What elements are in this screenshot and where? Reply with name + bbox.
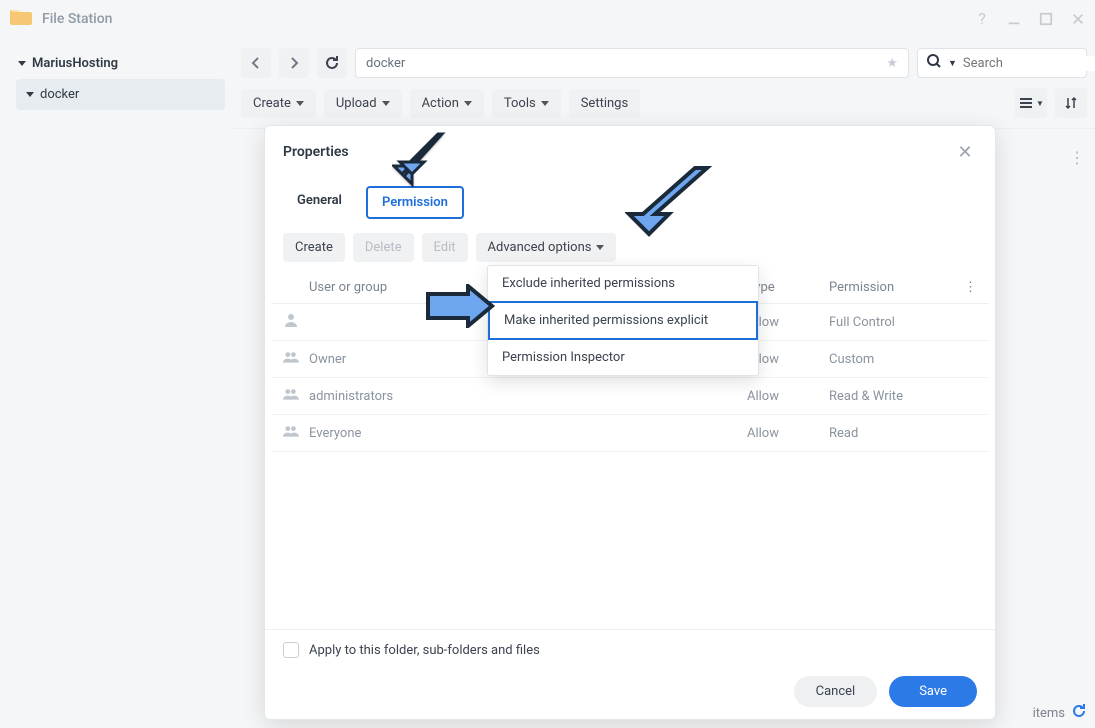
tree-root-label: MariusHosting — [32, 56, 118, 71]
save-button[interactable]: Save — [889, 676, 977, 707]
group-icon — [283, 386, 309, 406]
advanced-options-menu: Exclude inherited permissions Make inher… — [487, 265, 759, 376]
person-icon — [283, 312, 309, 332]
search-icon — [926, 53, 942, 73]
permission-row[interactable]: administratorsAllowRead & Write — [271, 378, 989, 415]
path-value: docker — [366, 56, 405, 71]
close-icon[interactable] — [1071, 12, 1085, 26]
apply-checkbox[interactable] — [283, 642, 299, 658]
back-button[interactable] — [241, 48, 271, 78]
tree-item-label: docker — [40, 87, 79, 102]
permission-row[interactable]: EveryoneAllowRead — [271, 415, 989, 452]
upload-button[interactable]: Upload — [324, 89, 402, 118]
tab-permission[interactable]: Permission — [366, 186, 464, 219]
perm-create-button[interactable]: Create — [283, 233, 345, 262]
col-type: Type — [747, 280, 829, 295]
refresh-icon[interactable] — [1071, 703, 1087, 723]
path-input[interactable]: docker ★ — [355, 48, 909, 78]
perm-edit-button: Edit — [422, 233, 468, 262]
settings-button[interactable]: Settings — [569, 89, 640, 118]
row-type: Allow — [747, 389, 829, 404]
overflow-menu[interactable]: ⋮ — [1069, 148, 1085, 167]
window-title: File Station — [42, 11, 112, 27]
list-view-button[interactable]: ▼ — [1015, 88, 1047, 118]
maximize-icon[interactable] — [1039, 12, 1053, 26]
items-label: items — [1033, 706, 1065, 721]
group-icon — [283, 349, 309, 369]
row-permission: Custom — [829, 352, 959, 367]
chevron-down-icon — [26, 92, 34, 97]
tree-root[interactable]: MariusHosting — [8, 48, 225, 79]
tree-item-docker[interactable]: docker — [16, 79, 225, 110]
row-user: administrators — [309, 389, 747, 404]
star-icon[interactable]: ★ — [886, 56, 898, 71]
action-button[interactable]: Action — [410, 89, 484, 118]
dialog-title: Properties — [283, 144, 349, 160]
group-icon — [283, 423, 309, 443]
search-input[interactable] — [963, 56, 1095, 71]
row-user: Everyone — [309, 426, 747, 441]
row-permission: Full Control — [829, 315, 959, 330]
tools-button[interactable]: Tools — [492, 89, 561, 118]
col-permission: Permission — [829, 280, 959, 295]
row-type: Allow — [747, 315, 829, 330]
apply-label: Apply to this folder, sub-folders and fi… — [309, 643, 540, 658]
search-box[interactable]: ▼ — [917, 48, 1087, 78]
refresh-button[interactable] — [317, 48, 347, 78]
dialog-close-button[interactable]: ✕ — [953, 140, 977, 164]
row-type: Allow — [747, 426, 829, 441]
cancel-button[interactable]: Cancel — [794, 676, 878, 707]
help-icon[interactable]: ? — [975, 12, 989, 26]
minimize-icon[interactable] — [1007, 12, 1021, 26]
advanced-options-button[interactable]: Advanced options — [476, 233, 617, 262]
search-caret[interactable]: ▼ — [948, 58, 957, 69]
col-overflow[interactable]: ⋮ — [959, 280, 977, 295]
sort-button[interactable] — [1055, 88, 1087, 118]
folder-icon — [10, 8, 32, 30]
chevron-down-icon — [18, 61, 26, 66]
tab-general[interactable]: General — [283, 186, 356, 219]
menu-make-explicit[interactable]: Make inherited permissions explicit — [488, 301, 758, 340]
menu-exclude-inherited[interactable]: Exclude inherited permissions — [488, 266, 758, 301]
perm-delete-button: Delete — [353, 233, 414, 262]
menu-permission-inspector[interactable]: Permission Inspector — [488, 340, 758, 375]
row-permission: Read & Write — [829, 389, 959, 404]
row-type: Allow — [747, 352, 829, 367]
row-permission: Read — [829, 426, 959, 441]
forward-button[interactable] — [279, 48, 309, 78]
create-button[interactable]: Create — [241, 89, 316, 118]
